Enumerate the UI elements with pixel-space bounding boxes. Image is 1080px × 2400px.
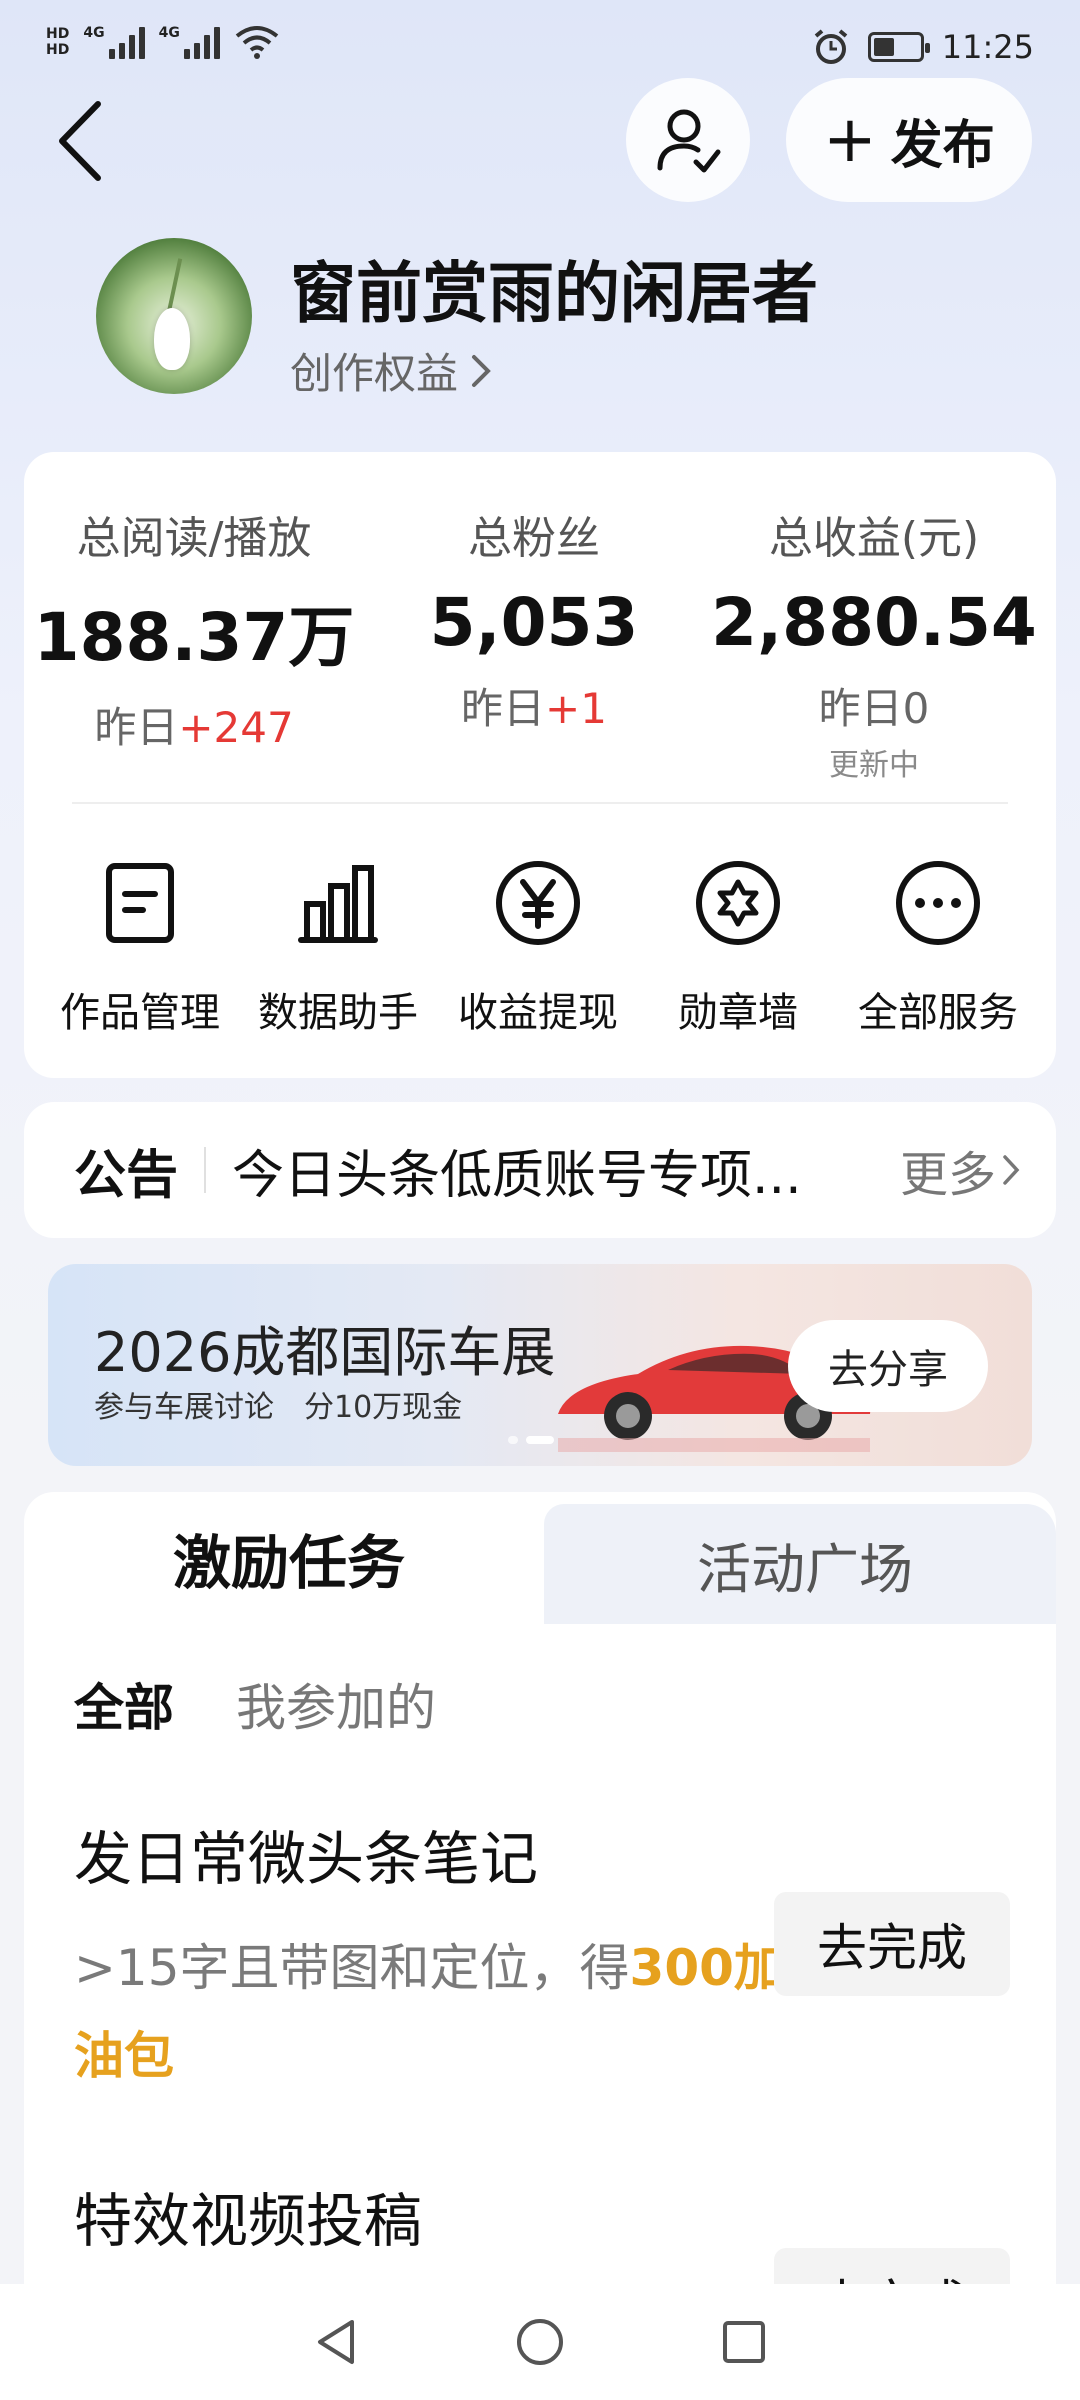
back-button[interactable] <box>50 96 110 186</box>
notice-more-link[interactable]: 更多 <box>900 1135 1020 1205</box>
back-nav-icon <box>318 2320 354 2364</box>
task-description: >15字且带图和定位，得300加油包 <box>74 1939 784 2085</box>
tool-data-assistant[interactable]: 数据助手 <box>238 858 438 1038</box>
stat-delta: 昨日0 <box>818 684 930 733</box>
stat-delta: 昨日+247 <box>94 703 294 752</box>
creator-rights-link[interactable]: 创作权益 <box>290 340 492 401</box>
signal-1: 4G <box>83 25 145 59</box>
carousel-dot <box>508 1436 518 1444</box>
user-check-icon <box>657 109 721 173</box>
tool-label: 作品管理 <box>60 990 220 1036</box>
banner-subtitle: 参与车展讨论 分10万现金 <box>94 1390 463 1425</box>
clock: 11:25 <box>941 28 1034 66</box>
task-complete-button[interactable]: 去完成 <box>774 1892 1010 1996</box>
document-icon <box>106 863 174 943</box>
task-title: 特效视频投稿 <box>74 2187 423 2255</box>
wifi-icon <box>235 26 279 59</box>
stat-label: 总阅读/播放 <box>76 513 312 564</box>
task-tabs: 激励任务 活动广场 <box>24 1492 1056 1624</box>
alarm-icon <box>814 29 848 64</box>
recents-nav-button[interactable] <box>717 2315 771 2369</box>
back-nav-button[interactable] <box>309 2315 363 2369</box>
stats-card: 总阅读/播放 188.37万 昨日+247 总粉丝 5,053 昨日+1 总收益… <box>24 452 1056 1078</box>
stat-total-reads[interactable]: 总阅读/播放 188.37万 昨日+247 <box>24 502 364 755</box>
stat-value: 5,053 <box>429 584 639 661</box>
home-nav-icon <box>517 2319 563 2365</box>
notice-title: 公告 <box>74 1145 179 1206</box>
recents-nav-icon <box>723 2321 765 2363</box>
tool-label: 全部服务 <box>858 990 1018 1036</box>
plus-icon: + <box>823 103 877 177</box>
stat-label: 总粉丝 <box>468 513 600 564</box>
task-item: 发日常微头条笔记 >15字且带图和定位，得300加油包 <box>74 1812 794 2100</box>
share-button[interactable]: 去分享 <box>788 1320 988 1412</box>
task-filters: 全部 我参加的 <box>74 1668 436 1740</box>
tool-all-services[interactable]: 全部服务 <box>838 858 1038 1038</box>
home-nav-button[interactable] <box>513 2315 567 2369</box>
notice-text[interactable]: 今日头条低质账号专项... <box>232 1133 812 1208</box>
notice-separator <box>204 1147 207 1193</box>
tool-label: 收益提现 <box>458 990 618 1036</box>
task-title: 发日常微头条笔记 <box>74 1825 539 1893</box>
carousel-indicator <box>508 1436 554 1444</box>
signal-2: 4G <box>159 25 220 59</box>
filter-joined[interactable]: 我参加的 <box>236 1668 436 1740</box>
tasks-card: 激励任务 活动广场 全部 我参加的 发日常微头条笔记 >15字且带图和定位，得3… <box>24 1492 1056 2400</box>
tool-badge-wall[interactable]: 勋章墙 <box>638 858 838 1038</box>
chevron-right-icon <box>1003 1155 1020 1185</box>
filter-all[interactable]: 全部 <box>74 1668 174 1740</box>
creator-rights-label: 创作权益 <box>290 349 459 398</box>
tool-label: 勋章墙 <box>678 990 798 1036</box>
badge-icon <box>696 861 780 945</box>
notice-more-label: 更多 <box>899 1147 996 1203</box>
user-follow-button[interactable] <box>626 78 750 202</box>
profile-name: 窗前赏雨的闲居者 <box>290 255 818 332</box>
bar-chart-icon <box>298 865 378 943</box>
more-icon <box>896 861 980 945</box>
publish-label: 发布 <box>890 115 995 176</box>
tab-incentive-tasks[interactable]: 激励任务 <box>24 1492 554 1624</box>
tab-activity-square[interactable]: 活动广场 <box>554 1504 1056 1624</box>
battery-icon <box>867 32 930 62</box>
stat-value: 2,880.54 <box>711 584 1037 661</box>
system-nav-bar <box>0 2284 1080 2400</box>
hd-indicator: HD HD <box>46 26 70 58</box>
task-item: 特效视频投稿 <box>74 2174 422 2258</box>
tool-label: 数据助手 <box>258 990 418 1036</box>
avatar[interactable] <box>96 238 252 394</box>
notice-bar[interactable]: 公告 今日头条低质账号专项... 更多 <box>24 1102 1056 1238</box>
tool-income-withdraw[interactable]: 收益提现 <box>438 858 638 1038</box>
yen-icon <box>496 861 580 945</box>
stat-total-fans[interactable]: 总粉丝 5,053 昨日+1 <box>364 502 704 736</box>
stat-note: 更新中 <box>829 748 919 783</box>
stat-delta: 昨日+1 <box>461 684 607 733</box>
stat-value: 188.37万 <box>33 599 355 676</box>
promo-banner[interactable]: 2026成都国际车展 参与车展讨论 分10万现金 去分享 <box>48 1264 1032 1466</box>
banner-title: 2026成都国际车展 <box>94 1321 556 1384</box>
stat-total-income[interactable]: 总收益(元) 2,880.54 昨日0 更新中 <box>704 502 1044 784</box>
carousel-dot-active <box>526 1436 554 1444</box>
tool-works-management[interactable]: 作品管理 <box>40 858 240 1038</box>
publish-button[interactable]: + 发布 <box>786 78 1032 202</box>
chevron-right-icon <box>472 354 491 387</box>
divider <box>72 802 1008 804</box>
chevron-left-icon <box>59 101 101 181</box>
stat-label: 总收益(元) <box>768 513 980 564</box>
signal-bars-icon <box>108 25 145 59</box>
signal-bars-icon <box>183 25 220 59</box>
